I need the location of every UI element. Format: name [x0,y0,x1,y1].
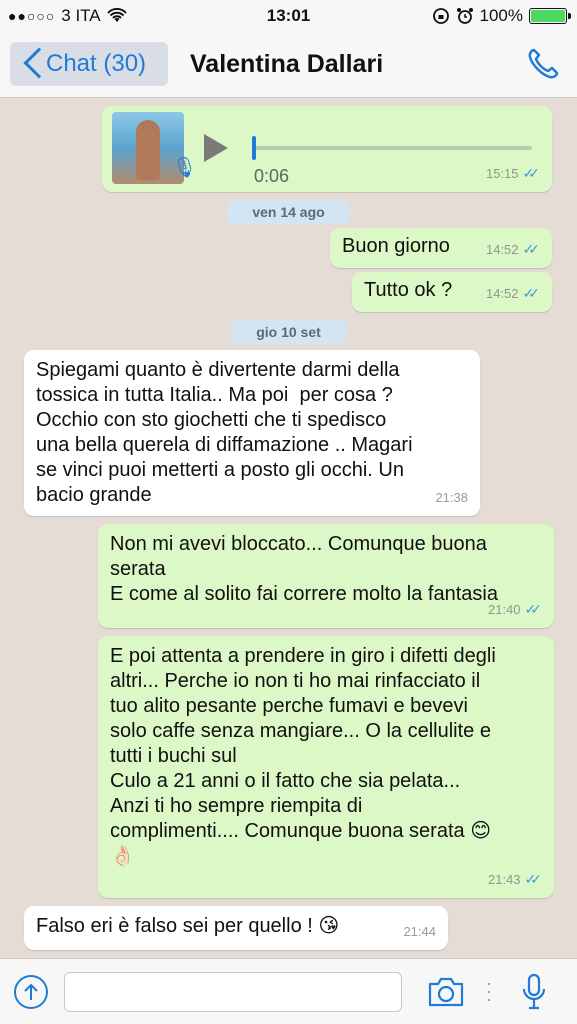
back-label: Chat (30) [46,50,147,77]
message-text: Falso eri è falso sei per quello ! 😘 [36,915,340,937]
input-bar: · · · [0,958,577,1024]
play-icon[interactable] [204,134,228,162]
message-bubble-incoming[interactable]: Falso eri è falso sei per quello ! 😘 21:… [24,906,448,950]
battery-percent: 100% [479,6,523,25]
message-input[interactable] [64,972,402,1012]
message-time: 15:15 [485,166,519,181]
message-meta: 21:38 [435,485,468,510]
message-bubble-incoming[interactable]: Spiegami quanto è divertente darmi della… [24,350,480,516]
message-meta: 14:52 ✓✓ [486,281,540,306]
rotation-lock-icon [432,8,449,24]
nav-bar: Chat (30) Valentina Dallari [0,32,577,98]
message-bubble-outgoing[interactable]: Tutto ok ? 14:52 ✓✓ [352,272,552,312]
audio-progress-knob[interactable] [252,136,256,160]
message-bubble-outgoing[interactable]: E poi attenta a prendere in giro i difet… [98,636,554,898]
message-text: Tutto ok ? [364,279,453,301]
read-ticks-icon: ✓✓ [522,285,541,301]
message-meta: 15:15 ✓✓ [486,161,540,186]
message-text: Buon giorno [342,235,450,257]
contact-name[interactable]: Valentina Dallari [190,50,383,79]
battery-icon [529,8,571,24]
microphone-icon[interactable] [520,973,548,1011]
upload-button[interactable] [14,975,48,1009]
message-text: Non mi avevi bloccato... Comunque buona … [110,533,498,605]
message-time: 14:52 [485,242,519,257]
microphone-icon: 🎙 [172,157,198,179]
thumbnail-person [136,120,160,180]
message-meta: 14:52 ✓✓ [486,237,540,262]
read-ticks-icon: ✓✓ [522,165,541,181]
read-ticks-icon: ✓✓ [524,871,543,887]
voice-note-duration: 0:06 [254,166,290,186]
message-bubble-outgoing[interactable]: Buon giorno 14:52 ✓✓ [330,228,552,268]
date-separator: gio 10 set [230,320,347,344]
message-time: 14:52 [485,286,519,301]
status-bar: ●●○○○ 3 ITA 13:01 100% [0,0,577,32]
battery-fill [531,10,565,22]
message-text: E poi attenta a prendere in giro i difet… [110,645,496,867]
separator-dots: · · · [486,973,492,1009]
date-separator: ven 14 ago [226,200,351,224]
chat-area[interactable]: 🎙 0:06 15:15 ✓✓ ven 14 ago Buon giorno 1… [0,98,577,958]
camera-icon[interactable] [426,975,466,1009]
alarm-icon [456,8,473,24]
message-meta: 21:44 [403,919,436,944]
audio-progress-track[interactable] [252,146,532,150]
read-ticks-icon: ✓✓ [524,601,543,617]
message-text: Spiegami quanto è divertente darmi della… [36,359,413,506]
arrow-up-icon [24,983,38,1000]
phone-icon[interactable] [525,46,561,82]
message-time: 21:43 [487,872,521,887]
message-meta: 21:40 ✓✓ [488,597,542,622]
message-time: 21:40 [487,602,521,617]
status-right: 100% [432,6,571,26]
voice-note-bubble[interactable]: 🎙 0:06 15:15 ✓✓ [102,106,552,192]
message-meta: 21:43 ✓✓ [488,867,542,892]
back-button[interactable]: Chat (30) [10,42,168,86]
message-bubble-outgoing[interactable]: Non mi avevi bloccato... Comunque buona … [98,524,554,628]
read-ticks-icon: ✓✓ [522,241,541,257]
message-time: 21:38 [435,490,468,505]
message-time: 21:44 [403,924,436,939]
